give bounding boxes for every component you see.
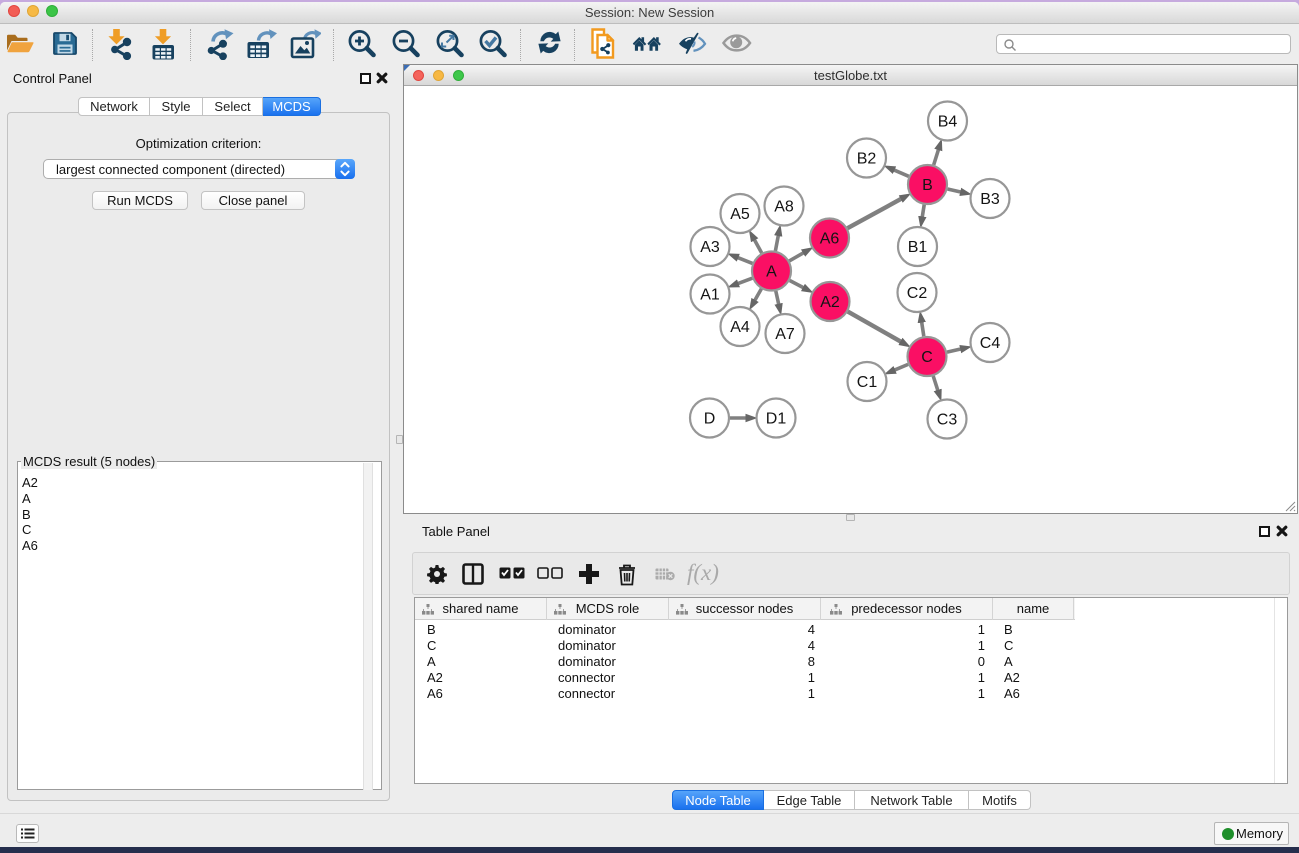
svg-text:B2: B2 <box>857 151 877 168</box>
svg-text:A3: A3 <box>700 239 720 256</box>
svg-text:B4: B4 <box>938 114 958 131</box>
svg-text:A2: A2 <box>820 294 840 311</box>
svg-text:C1: C1 <box>857 374 878 391</box>
svg-text:C3: C3 <box>937 412 958 429</box>
svg-text:A8: A8 <box>774 199 794 216</box>
svg-text:C2: C2 <box>907 285 928 302</box>
svg-text:A5: A5 <box>730 206 750 223</box>
svg-text:B: B <box>922 177 933 194</box>
svg-text:C4: C4 <box>980 335 1001 352</box>
svg-text:A: A <box>766 264 777 281</box>
svg-text:B3: B3 <box>980 191 1000 208</box>
svg-text:B1: B1 <box>908 239 928 256</box>
svg-text:C: C <box>921 349 933 366</box>
svg-text:A4: A4 <box>730 319 750 336</box>
svg-text:A1: A1 <box>700 287 720 304</box>
svg-text:D1: D1 <box>766 411 787 428</box>
svg-text:A7: A7 <box>775 326 795 343</box>
svg-text:A6: A6 <box>820 231 840 248</box>
svg-text:D: D <box>704 411 716 428</box>
